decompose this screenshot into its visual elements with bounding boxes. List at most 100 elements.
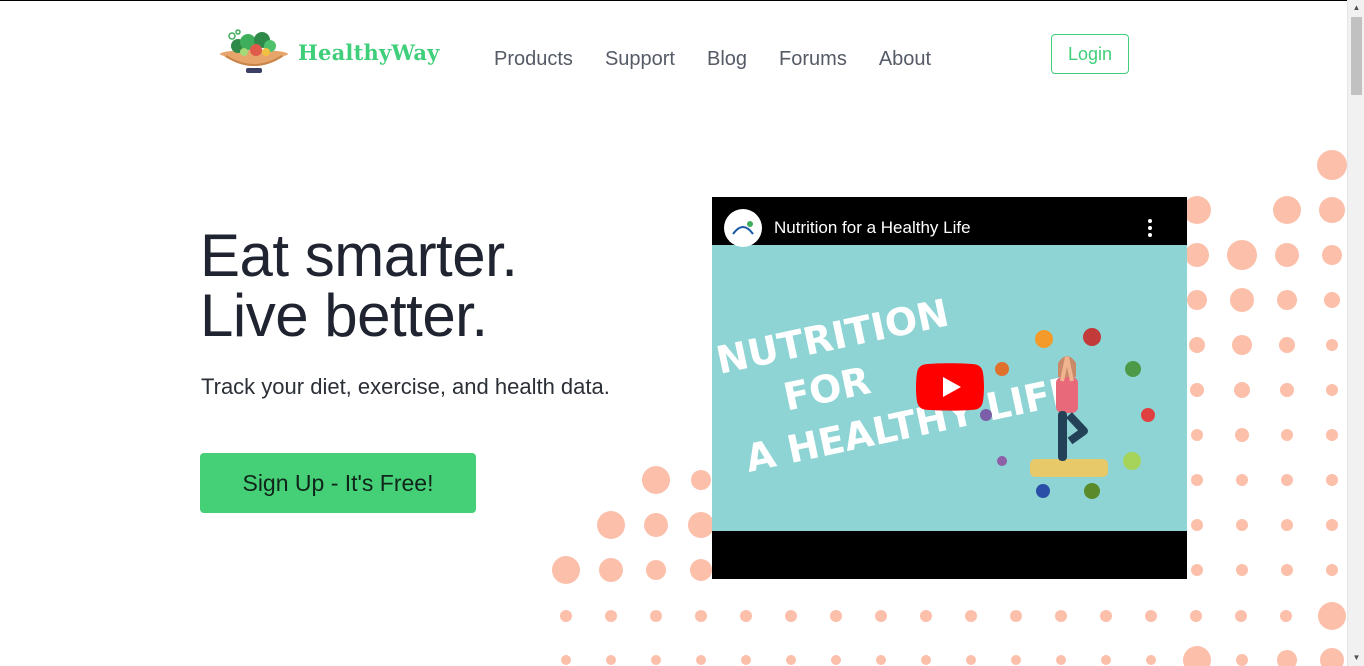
decor-dot	[696, 655, 706, 665]
decor-dot	[1191, 429, 1203, 441]
decor-dot	[1227, 240, 1257, 270]
channel-logo-icon	[732, 221, 754, 235]
decor-dot	[921, 655, 931, 665]
decor-dot	[1191, 519, 1203, 531]
more-options-icon[interactable]	[1144, 219, 1156, 241]
decor-dot	[605, 610, 617, 622]
decor-dot	[1281, 429, 1293, 441]
decor-dot	[1187, 290, 1207, 310]
decor-dot	[1281, 519, 1293, 531]
decor-dot	[1234, 382, 1250, 398]
decor-dot	[1236, 474, 1248, 486]
decor-dot	[1275, 243, 1299, 267]
decor-dot	[650, 610, 662, 622]
decor-dot	[1183, 196, 1211, 224]
decor-dot	[1281, 564, 1293, 576]
decor-dot	[1322, 245, 1342, 265]
decor-dot	[1326, 564, 1338, 576]
hero-subtitle: Track your diet, exercise, and health da…	[201, 374, 610, 399]
decor-dot	[1230, 288, 1254, 312]
decor-dot	[1326, 339, 1338, 351]
decor-dot	[1101, 655, 1111, 665]
decor-dot	[1324, 292, 1340, 308]
decor-dot	[1100, 610, 1112, 622]
scroll-up-arrow-icon[interactable]: ▲	[1348, 0, 1364, 16]
decor-dot	[690, 559, 712, 581]
pumpkin-icon	[1035, 330, 1053, 348]
decor-dot	[599, 558, 623, 582]
decor-dot	[552, 556, 580, 584]
decor-dot	[920, 610, 932, 622]
play-button-icon[interactable]	[916, 363, 984, 411]
scroll-down-arrow-icon[interactable]: ▼	[1348, 650, 1364, 666]
pear-icon	[1123, 452, 1141, 470]
decor-dot	[1189, 337, 1205, 353]
hero-title: Eat smarter. Live better.	[200, 226, 518, 349]
decor-dot	[830, 610, 842, 622]
decor-dot	[642, 466, 670, 494]
decor-dot	[1056, 655, 1066, 665]
decor-dot	[965, 610, 977, 622]
decor-dot	[691, 470, 711, 490]
decor-dot	[1236, 654, 1248, 666]
video-title[interactable]: Nutrition for a Healthy Life	[774, 218, 971, 238]
decor-dot	[1145, 610, 1157, 622]
yoga-figure-icon	[1056, 356, 1088, 461]
decor-dot	[966, 655, 976, 665]
yoga-mat-icon	[1030, 459, 1108, 477]
orange-icon	[995, 362, 1009, 376]
page-scrollbar[interactable]: ▲ ▼	[1347, 0, 1364, 666]
decor-dot	[688, 512, 714, 538]
decor-dot	[1232, 335, 1252, 355]
decor-dot	[1326, 519, 1338, 531]
decor-dot	[1011, 655, 1021, 665]
avocado-icon	[1084, 483, 1100, 499]
decor-dot	[1236, 564, 1248, 576]
apple-icon	[1141, 408, 1155, 422]
decor-dot	[1010, 610, 1022, 622]
decor-dot	[1185, 243, 1209, 267]
decor-dot	[646, 560, 666, 580]
decor-dot	[1281, 474, 1293, 486]
decor-dot	[1280, 383, 1294, 397]
decor-dot	[651, 655, 661, 665]
video-embed[interactable]: NUTRITION FOR A HEALTHY LIFE Nutrition f…	[712, 197, 1187, 579]
decor-dot	[1279, 337, 1295, 353]
meat-icon	[1083, 328, 1101, 346]
decor-dot	[1277, 650, 1297, 666]
channel-avatar[interactable]	[724, 209, 762, 247]
decor-dot	[785, 610, 797, 622]
decor-dot	[1326, 429, 1338, 441]
blueberry-icon	[1036, 484, 1050, 498]
decor-dot	[875, 610, 887, 622]
hero-title-line-2: Live better.	[200, 282, 488, 349]
decor-dot	[1319, 197, 1345, 223]
decor-dot	[695, 610, 707, 622]
decor-dot	[831, 655, 841, 665]
decor-dot	[1235, 610, 1247, 622]
decor-dot	[786, 655, 796, 665]
decor-dot	[1055, 610, 1067, 622]
decor-dot	[876, 655, 886, 665]
decor-dot	[1191, 474, 1203, 486]
decor-dot	[741, 655, 751, 665]
decor-dot	[1326, 384, 1338, 396]
beet-icon	[997, 456, 1007, 466]
decor-dot	[740, 610, 752, 622]
decor-dot	[1191, 564, 1203, 576]
decor-dot	[597, 511, 625, 539]
decor-dot	[1318, 602, 1346, 630]
scrollbar-thumb[interactable]	[1351, 17, 1362, 95]
signup-button[interactable]: Sign Up - It's Free!	[200, 453, 476, 513]
decor-dot	[1326, 474, 1338, 486]
decor-dot	[1235, 428, 1249, 442]
decor-dot	[1190, 610, 1202, 622]
thumbnail-text-line-2: FOR	[780, 358, 875, 419]
decor-dot	[1280, 610, 1292, 622]
decor-dot	[1317, 150, 1347, 180]
decor-dot	[606, 655, 616, 665]
decor-dot	[1277, 290, 1297, 310]
decor-dot	[1236, 519, 1248, 531]
decor-dot	[644, 513, 668, 537]
watermelon-icon	[1125, 361, 1141, 377]
